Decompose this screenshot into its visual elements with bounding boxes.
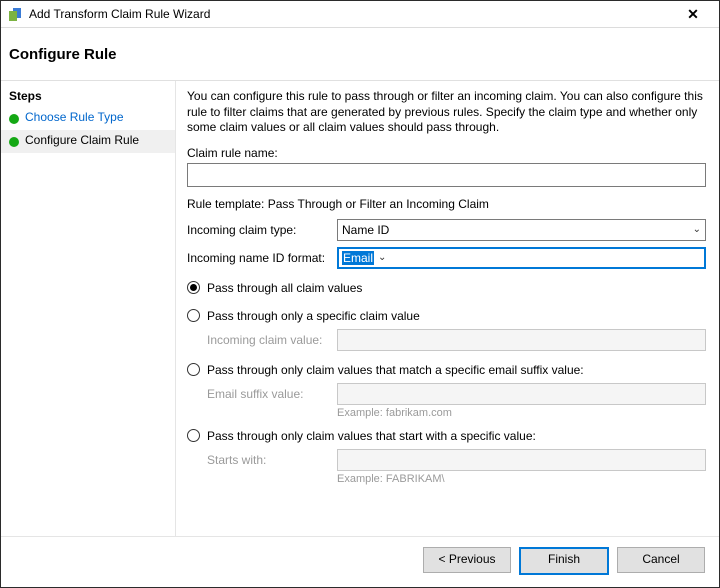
radio-pass-through-all[interactable]: Pass through all claim values	[187, 281, 706, 295]
radio-icon	[187, 281, 200, 294]
intro-text: You can configure this rule to pass thro…	[187, 89, 706, 136]
claim-rule-name-label: Claim rule name:	[187, 146, 706, 160]
chevron-down-icon: ⌄	[378, 252, 386, 263]
incoming-claim-value-label: Incoming claim value:	[207, 333, 337, 347]
titlebar: Add Transform Claim Rule Wizard ✕	[1, 1, 719, 28]
wizard-window: Add Transform Claim Rule Wizard ✕ Config…	[0, 0, 720, 588]
step-bullet-icon	[9, 137, 19, 147]
radio-specific-claim-value[interactable]: Pass through only a specific claim value	[187, 309, 706, 323]
chevron-down-icon: ⌄	[693, 224, 701, 235]
step-configure-claim-rule[interactable]: Configure Claim Rule	[1, 130, 175, 153]
incoming-claim-type-value: Name ID	[342, 223, 689, 237]
previous-button[interactable]: < Previous	[423, 547, 511, 573]
incoming-claim-type-label: Incoming claim type:	[187, 223, 337, 237]
radio-icon	[187, 309, 200, 322]
wizard-body: Steps Choose Rule Type Configure Claim R…	[1, 81, 719, 536]
starts-with-label: Starts with:	[207, 453, 337, 467]
radio-label: Pass through only claim values that star…	[207, 429, 536, 443]
radio-label: Pass through all claim values	[207, 281, 362, 295]
incoming-claim-value-row: Incoming claim value:	[207, 329, 706, 351]
radio-icon	[187, 429, 200, 442]
step-bullet-icon	[9, 114, 19, 124]
steps-heading: Steps	[1, 87, 175, 107]
incoming-name-id-format-combobox[interactable]: Email ⌄	[337, 247, 706, 269]
step-label: Choose Rule Type	[25, 110, 124, 124]
page-header: Configure Rule	[1, 28, 719, 81]
email-suffix-value-input	[337, 383, 706, 405]
radio-label: Pass through only claim values that matc…	[207, 363, 584, 377]
starts-with-row: Starts with:	[207, 449, 706, 471]
email-suffix-hint: Example: fabrikam.com	[207, 407, 706, 419]
app-icon	[7, 6, 23, 22]
radio-label: Pass through only a specific claim value	[207, 309, 420, 323]
radio-email-suffix[interactable]: Pass through only claim values that matc…	[187, 363, 706, 377]
incoming-name-id-format-row: Incoming name ID format: Email ⌄	[187, 247, 706, 269]
starts-with-input	[337, 449, 706, 471]
filter-options-group: Pass through all claim values Pass throu…	[187, 281, 706, 485]
main-panel: You can configure this rule to pass thro…	[176, 81, 719, 536]
radio-icon	[187, 363, 200, 376]
wizard-footer: < Previous Finish Cancel	[1, 536, 719, 587]
page-title: Configure Rule	[9, 46, 117, 63]
steps-sidebar: Steps Choose Rule Type Configure Claim R…	[1, 81, 176, 536]
starts-with-hint: Example: FABRIKAM\	[207, 473, 706, 485]
email-suffix-value-row: Email suffix value:	[207, 383, 706, 405]
radio-starts-with[interactable]: Pass through only claim values that star…	[187, 429, 706, 443]
email-suffix-value-label: Email suffix value:	[207, 387, 337, 401]
cancel-button[interactable]: Cancel	[617, 547, 705, 573]
incoming-claim-type-combobox[interactable]: Name ID ⌄	[337, 219, 706, 241]
incoming-name-id-format-value: Email	[342, 251, 374, 265]
incoming-claim-type-row: Incoming claim type: Name ID ⌄	[187, 219, 706, 241]
step-choose-rule-type[interactable]: Choose Rule Type	[1, 107, 175, 130]
rule-template-label: Rule template: Pass Through or Filter an…	[187, 197, 706, 211]
incoming-name-id-format-label: Incoming name ID format:	[187, 251, 337, 265]
finish-button[interactable]: Finish	[519, 547, 609, 575]
close-icon[interactable]: ✕	[673, 6, 713, 23]
step-label: Configure Claim Rule	[25, 133, 139, 147]
window-title: Add Transform Claim Rule Wizard	[29, 7, 673, 21]
incoming-claim-value-input	[337, 329, 706, 351]
claim-rule-name-input[interactable]	[187, 163, 706, 187]
